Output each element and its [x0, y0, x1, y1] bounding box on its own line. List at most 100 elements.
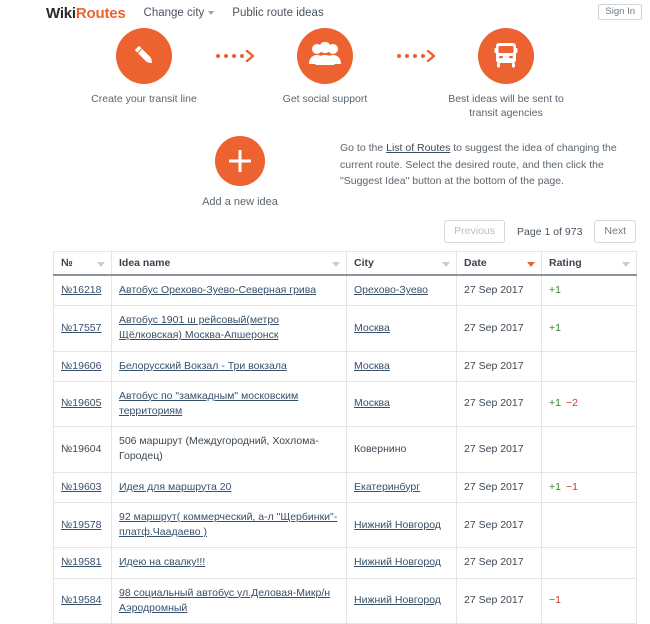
table-row: №19584 98 социальный автобус ул.Деловая-М… — [53, 577, 637, 624]
date-cell: 27 Sep 2017 — [456, 305, 542, 352]
idea-number-cell: №19604 — [53, 426, 112, 473]
table-row: №16218 Автобус Орехово-Зуево-Северная гри… — [53, 274, 637, 307]
table-header: № Idea name City Date Rating — [53, 250, 637, 276]
add-new-idea-block: Add a new idea — [140, 136, 340, 208]
date-cell: 27 Sep 2017 — [456, 501, 542, 549]
rating-positive: +1 — [549, 283, 561, 296]
column-header-idea-name[interactable]: Idea name — [111, 250, 347, 276]
date-cell: 27 Sep 2017 — [456, 426, 542, 473]
idea-name-link[interactable]: Идея для маршрута 20 — [119, 481, 231, 493]
list-of-routes-link[interactable]: List of Routes — [386, 142, 450, 154]
idea-number-text: №19604 — [61, 442, 102, 455]
ideas-table-container: № Idea name City Date Rating №16218 Авто… — [53, 250, 637, 624]
table-row: №19603 Идея для маршрута 20 Екатеринбург 27… — [53, 471, 637, 503]
arrow-dotted-1 — [212, 28, 258, 62]
rating-positive: +1 — [549, 321, 561, 334]
logo-text-secondary: Routes — [75, 4, 126, 22]
idea-number-link[interactable]: №16218 — [61, 284, 101, 296]
column-header-number[interactable]: № — [53, 250, 112, 276]
idea-number-link[interactable]: №19578 — [61, 519, 101, 531]
city-name-link[interactable]: Нижний Новгород — [354, 556, 441, 568]
idea-number-cell: №19605 — [53, 380, 112, 428]
idea-name-link[interactable]: 92 маршрут( коммерческий, а-л "Щербинки"… — [119, 511, 337, 538]
city-name-cell: Екатеринбург — [346, 471, 457, 503]
column-header-rating[interactable]: Rating — [541, 250, 637, 276]
rating-negative: −2 — [565, 397, 578, 410]
idea-name-link[interactable]: Идею на свалку!!! — [119, 556, 205, 568]
table-body: №16218 Автобус Орехово-Зуево-Северная гри… — [53, 274, 637, 624]
idea-name-link[interactable]: Автобус 1901 ш рейсовый(метро Щёлковская… — [119, 314, 279, 341]
idea-name-cell: Идею на свалку!!! — [111, 547, 347, 579]
city-name-link[interactable]: Орехово-Зуево — [354, 284, 428, 296]
date-cell: 27 Sep 2017 — [456, 380, 542, 428]
rating-positive: +1 — [549, 480, 561, 493]
idea-name-cell: Автобус 1901 ш рейсовый(метро Щёлковская… — [111, 305, 347, 352]
city-name-cell: Ковернино — [346, 426, 457, 473]
column-header-label: Idea name — [119, 256, 171, 269]
add-new-idea-button[interactable] — [215, 136, 265, 187]
sign-in-button[interactable]: Sign In — [598, 4, 642, 21]
idea-number-link[interactable]: №19606 — [61, 360, 101, 372]
idea-name-text: 506 маршрут (Междугородний, Хохлома-Горо… — [119, 435, 319, 463]
date-cell: 27 Sep 2017 — [456, 274, 542, 307]
sort-arrow-icon[interactable] — [442, 261, 450, 267]
date-cell: 27 Sep 2017 — [456, 547, 542, 579]
city-name-cell: Нижний Новгород — [346, 501, 457, 549]
idea-name-link[interactable]: 98 социальный автобус ул.Деловая-Микр/н … — [119, 587, 330, 614]
sort-arrow-icon-active[interactable] — [527, 261, 535, 267]
column-header-city[interactable]: City — [346, 250, 457, 276]
pencil-icon — [128, 39, 160, 74]
idea-number-cell: №19603 — [53, 471, 112, 503]
city-name-cell: Москва — [346, 380, 457, 428]
step-create-transit-line: Create your transit line — [77, 28, 212, 106]
page-indicator: Page 1 of 973 — [517, 225, 583, 238]
logo-text-primary: Wiki — [46, 4, 76, 22]
city-name-link[interactable]: Москва — [354, 322, 390, 334]
public-route-ideas-label: Public route ideas — [232, 7, 324, 19]
public-route-ideas-link[interactable]: Public route ideas — [232, 7, 323, 19]
idea-number-link[interactable]: №19605 — [61, 397, 101, 409]
city-name-text: Ковернино — [354, 442, 407, 455]
rating-cell — [541, 501, 637, 549]
idea-name-link[interactable]: Автобус Орехово-Зуево-Северная грива — [119, 284, 316, 296]
city-name-cell: Москва — [346, 305, 457, 352]
sort-arrow-icon[interactable] — [97, 261, 105, 267]
add-new-idea-label: Add a new idea — [202, 196, 278, 209]
sort-arrow-icon[interactable] — [332, 261, 340, 267]
city-name-cell: Нижний Новгород — [346, 547, 457, 579]
previous-page-button[interactable]: Previous — [444, 220, 506, 243]
column-header-date[interactable]: Date — [456, 250, 542, 276]
idea-number-link[interactable]: №19603 — [61, 481, 101, 493]
city-name-link[interactable]: Москва — [354, 360, 390, 372]
idea-number-cell: №17557 — [53, 305, 112, 352]
instructions-before-link: Go to the — [340, 142, 387, 155]
date-cell: 27 Sep 2017 — [456, 471, 542, 503]
site-logo[interactable]: WikiRoutes — [46, 5, 126, 22]
city-name-link[interactable]: Нижний Новгород — [354, 519, 441, 531]
rating-cell: +1 — [541, 305, 637, 352]
sort-arrow-icon[interactable] — [622, 261, 630, 267]
step-label: Create your transit line — [91, 93, 197, 105]
idea-number-link[interactable]: №19581 — [61, 556, 101, 568]
rating-cell — [541, 547, 637, 579]
idea-number-cell: №19606 — [53, 350, 112, 382]
step-get-social-support: Get social support — [258, 28, 393, 106]
city-name-link[interactable]: Москва — [354, 397, 390, 409]
change-city-menu[interactable]: Change city — [144, 7, 215, 19]
table-header-row: № Idea name City Date Rating — [53, 250, 637, 276]
city-name-link[interactable]: Нижний Новгород — [354, 594, 441, 606]
pencil-icon-circle — [116, 28, 172, 84]
idea-name-link[interactable]: Белорусский Вокзал - Три вокзала — [119, 360, 287, 372]
city-name-link[interactable]: Екатеринбург — [354, 481, 420, 493]
idea-number-link[interactable]: №19584 — [61, 594, 101, 606]
date-cell: 27 Sep 2017 — [456, 577, 542, 624]
city-name-cell: Орехово-Зуево — [346, 274, 457, 307]
people-icon — [308, 40, 342, 73]
idea-name-link[interactable]: Автобус по "замкадным" московским террит… — [119, 390, 298, 417]
idea-number-cell: №19584 — [53, 577, 112, 624]
next-page-button[interactable]: Next — [594, 220, 636, 243]
rating-cell — [541, 350, 637, 382]
idea-number-cell: №19581 — [53, 547, 112, 579]
idea-number-link[interactable]: №17557 — [61, 322, 101, 334]
people-icon-circle — [297, 28, 353, 84]
